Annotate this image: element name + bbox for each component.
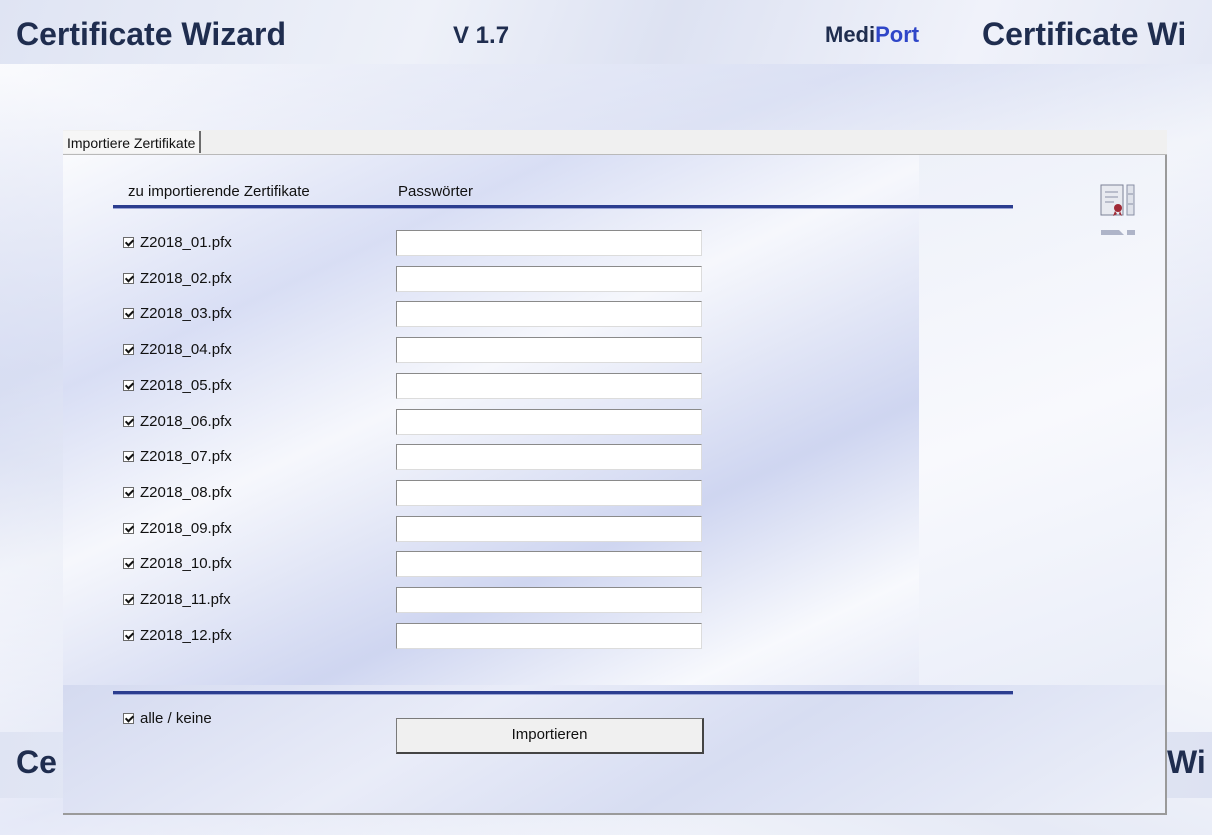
checkbox-checked-icon[interactable] xyxy=(123,380,134,391)
checkbox-checked-icon[interactable] xyxy=(123,451,134,462)
certificate-filename: Z2018_12.pfx xyxy=(140,627,232,644)
checkbox-checked-icon[interactable] xyxy=(123,237,134,248)
checkbox-checked-icon[interactable] xyxy=(123,344,134,355)
brand-medi: Medi xyxy=(825,22,876,47)
checkbox-checked-icon[interactable] xyxy=(123,630,134,641)
brand-port: Port xyxy=(875,22,920,47)
certificate-checkbox-row[interactable]: Z2018_05.pfx xyxy=(123,377,232,394)
checkbox-checked-icon[interactable] xyxy=(123,416,134,427)
checkbox-checked-icon[interactable] xyxy=(123,523,134,534)
certificate-filename: Z2018_08.pfx xyxy=(140,484,232,501)
certificate-filename: Z2018_11.pfx xyxy=(140,591,231,608)
certificate-checkbox-row[interactable]: Z2018_12.pfx xyxy=(123,627,232,644)
password-input[interactable] xyxy=(396,587,702,613)
password-input[interactable] xyxy=(396,266,702,292)
select-all-checkbox[interactable]: alle / keine xyxy=(123,710,212,727)
password-input[interactable] xyxy=(396,301,702,327)
password-input[interactable] xyxy=(396,551,702,577)
certificate-checkbox-row[interactable]: Z2018_02.pfx xyxy=(123,270,232,287)
select-all-label: alle / keine xyxy=(140,710,212,727)
certificate-filename: Z2018_06.pfx xyxy=(140,413,232,430)
password-input[interactable] xyxy=(396,480,702,506)
certificate-checkbox-row[interactable]: Z2018_04.pfx xyxy=(123,341,232,358)
certificate-filename: Z2018_03.pfx xyxy=(140,305,232,322)
footer-divider xyxy=(113,691,1013,695)
column-header-passwords: Passwörter xyxy=(398,183,474,200)
footer-title-fragment-right: Wi xyxy=(1167,744,1206,780)
certificate-checkbox-row[interactable]: Z2018_11.pfx xyxy=(123,591,231,608)
certificate-checkbox-row[interactable]: Z2018_08.pfx xyxy=(123,484,232,501)
column-header-certificates: zu importierende Zertifikate xyxy=(128,183,310,200)
certificate-filename: Z2018_05.pfx xyxy=(140,377,232,394)
footer-title-fragment-left: Ce xyxy=(16,744,57,780)
password-input[interactable] xyxy=(396,516,702,542)
password-input[interactable] xyxy=(396,373,702,399)
header-divider xyxy=(113,205,1013,209)
version-label: V 1.7 xyxy=(453,22,510,49)
certificate-checkbox-row[interactable]: Z2018_01.pfx xyxy=(123,234,232,251)
certificate-filename: Z2018_02.pfx xyxy=(140,270,232,287)
checkbox-checked-icon[interactable] xyxy=(123,713,134,724)
checkbox-checked-icon[interactable] xyxy=(123,308,134,319)
certificate-filename: Z2018_10.pfx xyxy=(140,555,232,572)
certificate-checkbox-row[interactable]: Z2018_07.pfx xyxy=(123,448,232,465)
certificate-checkbox-row[interactable]: Z2018_06.pfx xyxy=(123,413,232,430)
tab-strip xyxy=(63,130,1167,155)
checkbox-checked-icon[interactable] xyxy=(123,558,134,569)
checkbox-checked-icon[interactable] xyxy=(123,594,134,605)
certificate-checkbox-row[interactable]: Z2018_10.pfx xyxy=(123,555,232,572)
password-input[interactable] xyxy=(396,409,702,435)
password-input[interactable] xyxy=(396,230,702,256)
tab-import-certificates[interactable]: Importiere Zertifikate xyxy=(63,131,202,153)
certificate-filename: Z2018_01.pfx xyxy=(140,234,232,251)
password-input[interactable] xyxy=(396,444,702,470)
checkbox-checked-icon[interactable] xyxy=(123,273,134,284)
certificate-filename: Z2018_04.pfx xyxy=(140,341,232,358)
app-title: Certificate Wizard xyxy=(16,16,286,52)
app-title-repeat: Certificate Wi xyxy=(982,16,1187,52)
password-input[interactable] xyxy=(396,623,702,649)
brand-logo: MediPort xyxy=(825,22,919,48)
checkbox-checked-icon[interactable] xyxy=(123,487,134,498)
certificate-filename: Z2018_07.pfx xyxy=(140,448,232,465)
import-button[interactable]: Importieren xyxy=(396,718,704,754)
certificate-checkbox-row[interactable]: Z2018_09.pfx xyxy=(123,520,232,537)
password-input[interactable] xyxy=(396,337,702,363)
certificate-filename: Z2018_09.pfx xyxy=(140,520,232,537)
certificate-icon xyxy=(1100,184,1135,235)
certificate-checkbox-row[interactable]: Z2018_03.pfx xyxy=(123,305,232,322)
